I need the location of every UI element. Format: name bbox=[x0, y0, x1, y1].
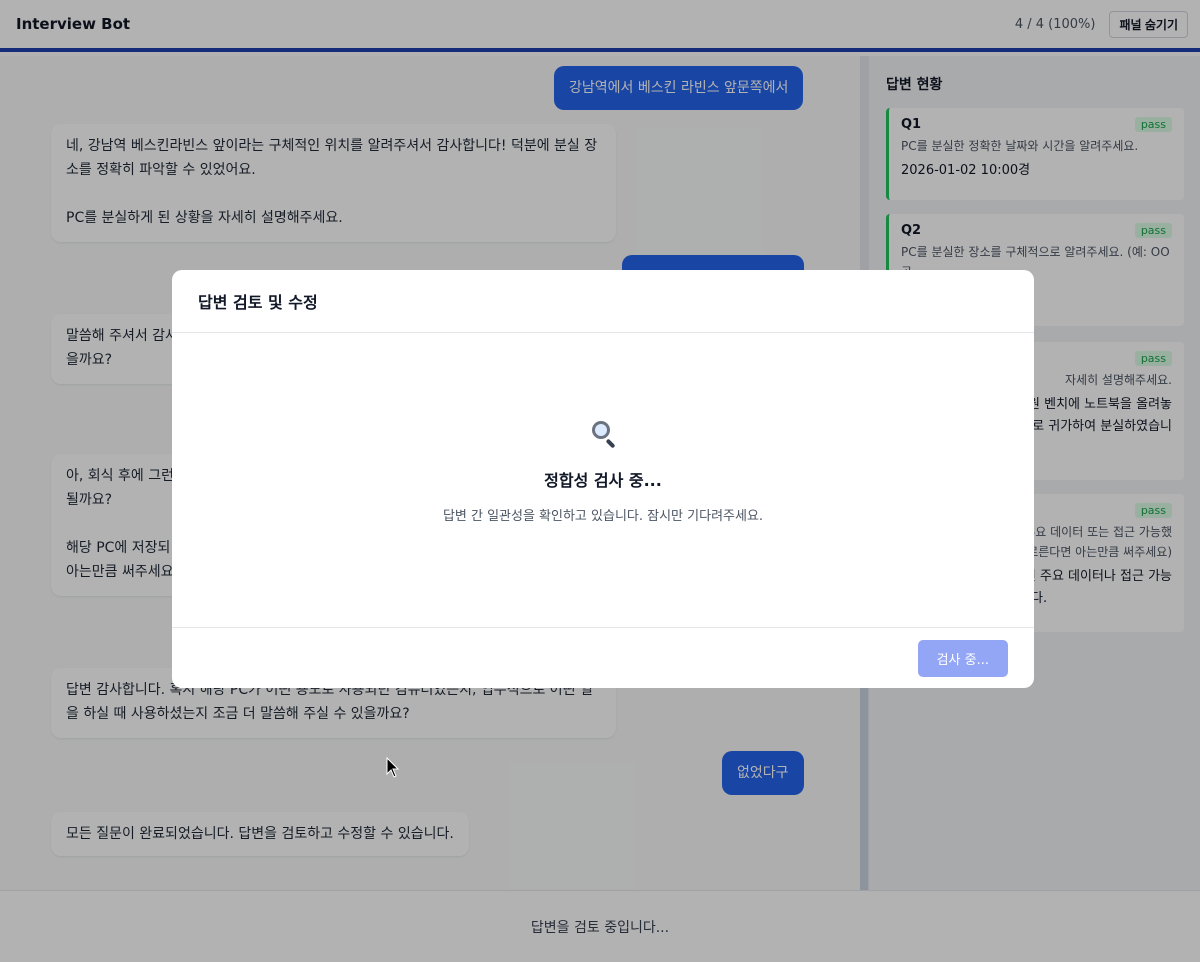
modal-footer: 검사 중... bbox=[172, 628, 1034, 688]
checking-title: 정합성 검사 중... bbox=[544, 470, 662, 490]
modal-body: 정합성 검사 중... 답변 간 일관성을 확인하고 있습니다. 잠시만 기다려… bbox=[172, 333, 1034, 628]
magnifier-icon bbox=[588, 419, 618, 449]
checking-button[interactable]: 검사 중... bbox=[917, 639, 1008, 677]
mouse-cursor-icon bbox=[386, 757, 400, 778]
modal-title: 답변 검토 및 수정 bbox=[198, 293, 318, 312]
review-modal: 답변 검토 및 수정 정합성 검사 중... 답변 간 일관성을 확인하고 있습… bbox=[172, 270, 1034, 688]
modal-header: 답변 검토 및 수정 bbox=[172, 270, 1034, 333]
checking-description: 답변 간 일관성을 확인하고 있습니다. 잠시만 기다려주세요. bbox=[442, 508, 764, 524]
